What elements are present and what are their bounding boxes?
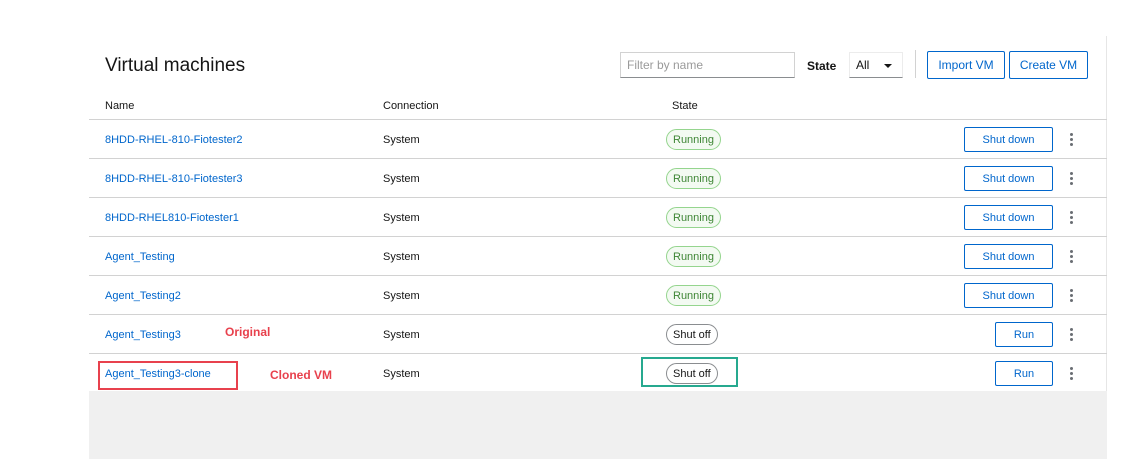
status-badge: Running xyxy=(666,207,721,228)
kebab-menu-icon[interactable] xyxy=(1067,364,1075,382)
vm-name-link[interactable]: Agent_Testing2 xyxy=(105,290,181,302)
vm-name-link[interactable]: 8HDD-RHEL810-Fiotester1 xyxy=(105,212,239,224)
caret-down-icon xyxy=(884,64,892,68)
shut-down-button[interactable]: Shut down xyxy=(964,166,1053,191)
table-row: Agent_Testing3-clone System Shut off Run xyxy=(89,353,1107,392)
vm-name-link[interactable]: 8HDD-RHEL-810-Fiotester3 xyxy=(105,173,243,185)
state-filter-label: State xyxy=(807,59,837,73)
shut-down-button[interactable]: Shut down xyxy=(964,244,1053,269)
annotation-original-label: Original xyxy=(225,325,271,339)
kebab-menu-icon[interactable] xyxy=(1067,286,1075,304)
kebab-menu-icon[interactable] xyxy=(1067,208,1075,226)
kebab-menu-icon[interactable] xyxy=(1067,130,1075,148)
vm-connection: System xyxy=(383,134,420,146)
create-vm-button[interactable]: Create VM xyxy=(1009,51,1088,79)
annotation-highlight-box xyxy=(641,357,738,387)
run-button[interactable]: Run xyxy=(995,361,1053,386)
column-header-connection[interactable]: Connection xyxy=(383,100,439,112)
table-row: 8HDD-RHEL-810-Fiotester2 System Running … xyxy=(89,119,1107,158)
state-filter-select[interactable]: All xyxy=(849,52,903,78)
vm-name-link[interactable]: Agent_Testing3 xyxy=(105,329,181,341)
vm-connection: System xyxy=(383,329,420,341)
page-title: Virtual machines xyxy=(105,55,246,76)
vm-connection: System xyxy=(383,212,420,224)
page-background xyxy=(89,391,1107,459)
status-badge: Running xyxy=(666,168,721,189)
annotation-cloned-label: Cloned VM xyxy=(270,368,332,382)
status-badge: Running xyxy=(666,246,721,267)
status-badge: Shut off xyxy=(666,324,718,345)
column-header-name[interactable]: Name xyxy=(105,100,134,112)
vm-connection: System xyxy=(383,290,420,302)
vm-name-link[interactable]: 8HDD-RHEL-810-Fiotester2 xyxy=(105,134,243,146)
shut-down-button[interactable]: Shut down xyxy=(964,127,1053,152)
table-row: 8HDD-RHEL-810-Fiotester3 System Running … xyxy=(89,158,1107,197)
table-row: 8HDD-RHEL810-Fiotester1 System Running S… xyxy=(89,197,1107,236)
filter-input[interactable] xyxy=(620,52,795,78)
kebab-menu-icon[interactable] xyxy=(1067,247,1075,265)
table-row: Agent_Testing2 System Running Shut down xyxy=(89,275,1107,314)
toolbar-divider xyxy=(915,50,916,78)
status-badge: Running xyxy=(666,129,721,150)
state-filter-value: All xyxy=(856,58,870,72)
table-row: Agent_Testing System Running Shut down xyxy=(89,236,1107,275)
vm-connection: System xyxy=(383,173,420,185)
shut-down-button[interactable]: Shut down xyxy=(964,205,1053,230)
column-header-state[interactable]: State xyxy=(672,100,698,112)
kebab-menu-icon[interactable] xyxy=(1067,325,1075,343)
annotation-highlight-box xyxy=(98,361,238,390)
import-vm-button[interactable]: Import VM xyxy=(927,51,1005,79)
run-button[interactable]: Run xyxy=(995,322,1053,347)
status-badge: Running xyxy=(666,285,721,306)
vm-connection: System xyxy=(383,368,420,380)
shut-down-button[interactable]: Shut down xyxy=(964,283,1053,308)
vm-name-link[interactable]: Agent_Testing xyxy=(105,251,175,263)
kebab-menu-icon[interactable] xyxy=(1067,169,1075,187)
vm-connection: System xyxy=(383,251,420,263)
